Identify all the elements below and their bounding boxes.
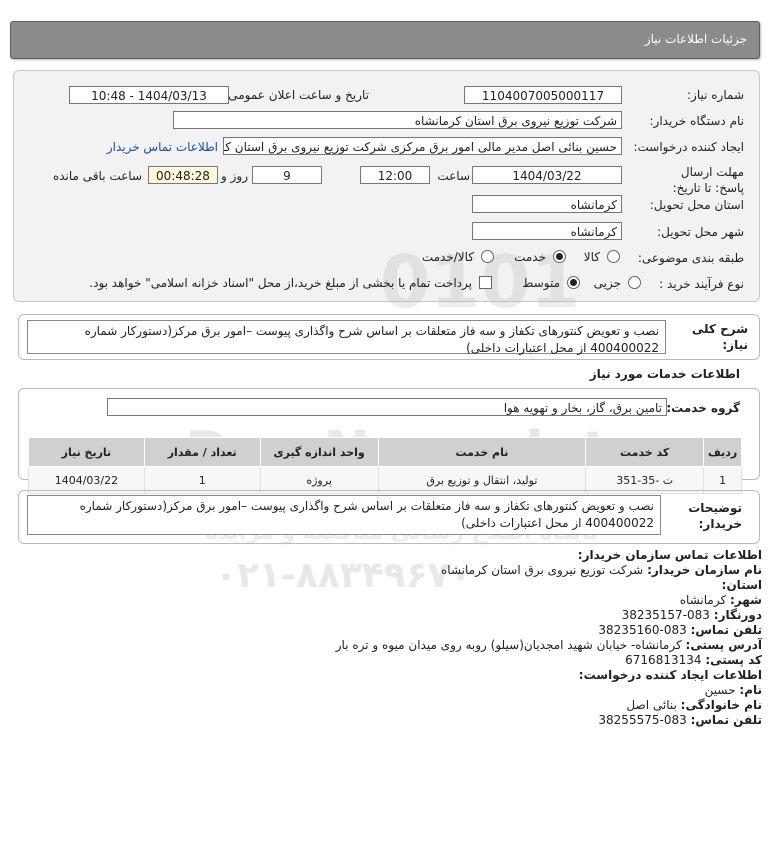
- buyer-notes-text: نصب و تعویض کنتورهای تکفاز و سه فاز متعل…: [27, 495, 661, 535]
- page-title: جزئیات اطلاعات نیاز: [644, 32, 747, 46]
- category-option-goods-service: کالا/خدمت: [421, 250, 474, 264]
- deadline-date-field[interactable]: 1404/03/22: [472, 166, 622, 184]
- buyer-notes-label: توضیحات خریدار:: [688, 501, 742, 531]
- announce-date-field[interactable]: 1404/03/13 - 10:48: [69, 86, 229, 104]
- process-option-medium: متوسط: [522, 276, 560, 290]
- category-option-service: خدمت: [514, 250, 546, 264]
- process-option-minor: جزیی: [593, 276, 621, 290]
- creator-label: ایجاد کننده درخواست:: [633, 140, 744, 154]
- announce-date-label: تاریخ و ساعت اعلان عمومی:: [224, 88, 369, 102]
- days-label: روز و: [221, 169, 248, 183]
- service-group-label: گروه خدمت:: [666, 401, 740, 415]
- page-header: جزئیات اطلاعات نیاز: [10, 21, 760, 59]
- category-label: طبقه بندی موضوعی:: [637, 251, 744, 265]
- delivery-city-label: شهر محل تحویل:: [657, 225, 744, 239]
- col-date: تاریخ نیاز: [28, 437, 145, 467]
- treasury-payment-checkbox[interactable]: [479, 276, 492, 289]
- col-unit: واحد اندازه گیری: [259, 437, 379, 467]
- summary-text: نصب و تعویض کنتورهای تکفاز و سه فاز متعل…: [27, 320, 666, 355]
- services-table: ردیف کد خدمت نام خدمت واحد اندازه گیری ت…: [28, 437, 742, 494]
- creator-family: نام خانوادگی: بنائی اصل: [626, 698, 762, 712]
- col-name: نام خدمت: [377, 437, 587, 467]
- buyer-org-label: نام دستگاه خریدار:: [649, 114, 745, 128]
- remaining-time-label: ساعت باقی مانده: [52, 169, 142, 183]
- process-radio-minor[interactable]: [628, 276, 641, 289]
- contact-org: نام سازمان خریدار: شرکت توزیع نیروی برق …: [441, 563, 762, 577]
- deadline-time-label: ساعت: [437, 169, 470, 183]
- treasury-payment-note: پرداخت تمام یا بخشی از مبلغ خرید،از محل …: [89, 276, 472, 290]
- category-radio-goods-service[interactable]: [481, 250, 494, 263]
- category-radio-goods[interactable]: [607, 250, 620, 263]
- process-radio-medium[interactable]: [567, 276, 580, 289]
- creator-info-title: اطلاعات ایجاد کننده درخواست:: [578, 668, 762, 682]
- contact-city: شهر: کرمانشاه: [679, 593, 762, 607]
- contact-address: آدرس پستی: کرمانشاه- خیابان شهید امجدیان…: [335, 638, 762, 652]
- summary-label: شرح کلی نیاز:: [691, 322, 748, 352]
- col-code: کد خدمت: [585, 437, 705, 467]
- creator-phone: تلفن تماس: 083-38255575: [598, 713, 762, 727]
- services-section-title: اطلاعات خدمات مورد نیاز: [589, 367, 740, 381]
- watermark-phone: ۰۲۱-۸۸۳۴۹۶۷۰: [215, 555, 472, 596]
- deadline-time-field[interactable]: 12:00: [360, 166, 430, 184]
- services-table-header: ردیف کد خدمت نام خدمت واحد اندازه گیری ت…: [28, 437, 742, 467]
- buyer-contact-link[interactable]: اطلاعات تماس خریدار: [107, 140, 218, 154]
- creator-name: نام: حسین: [704, 683, 762, 697]
- need-number-label: شماره نیاز:: [687, 88, 744, 102]
- contact-postal: کد پستی: 6716813134: [625, 653, 762, 667]
- delivery-province-label: استان محل تحویل:: [649, 198, 744, 212]
- remaining-time-field[interactable]: 00:48:28: [148, 166, 218, 184]
- buyer-org-field[interactable]: شرکت توزیع نیروی برق استان کرمانشاه: [173, 111, 622, 129]
- service-group-field[interactable]: تامین برق، گاز، بخار و تهویه هوا: [107, 398, 667, 416]
- delivery-province-field[interactable]: کرمانشاه: [472, 195, 622, 213]
- category-radio-service[interactable]: [553, 250, 566, 263]
- contact-fax: دورنگار: 083-38235157: [621, 608, 762, 622]
- creator-field[interactable]: حسین بنائی اصل مدیر مالی امور برق مرکزی …: [223, 137, 622, 155]
- contact-phone: تلفن تماس: 083-38235160: [598, 623, 762, 637]
- process-type-label: نوع فرآیند خرید :: [659, 277, 744, 291]
- delivery-city-field[interactable]: کرمانشاه: [472, 222, 622, 240]
- days-remaining-field[interactable]: 9: [252, 166, 322, 184]
- col-qty: تعداد / مقدار: [143, 437, 261, 467]
- col-row: ردیف: [703, 437, 742, 467]
- deadline-label: مهلت ارسال پاسخ: تا تاریخ:: [672, 165, 744, 195]
- buyer-contact-title: اطلاعات تماس سازمان خریدار:: [577, 548, 762, 562]
- contact-province: استان:: [721, 578, 762, 592]
- need-number-field[interactable]: 1104007005000117: [464, 86, 622, 104]
- category-option-goods: کالا: [583, 250, 600, 264]
